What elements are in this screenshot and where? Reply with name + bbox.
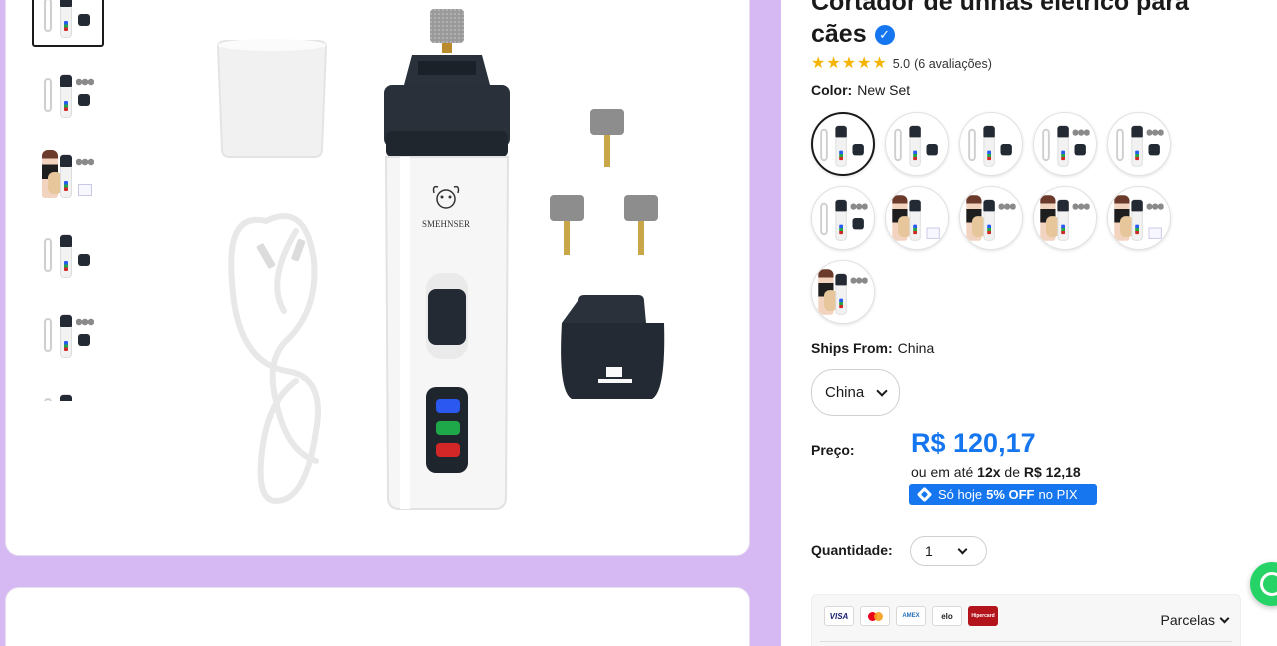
installment-prefix: ou em até xyxy=(911,464,974,480)
mastercard-icon xyxy=(860,606,890,626)
rating-row[interactable]: ★ ★ ★ ★ ★ 5.0 (6 avaliações) xyxy=(811,56,992,72)
thumbnail-6[interactable] xyxy=(32,381,104,401)
quantity-select[interactable]: 1 xyxy=(910,536,987,566)
color-swatch-3[interactable] xyxy=(959,112,1023,176)
ships-from-value: China xyxy=(897,340,935,356)
pix-discount-badge: Só hoje 5% OFF no PIX xyxy=(909,484,1097,505)
color-swatch-1[interactable] xyxy=(811,112,875,176)
ships-from-label: Ships From: xyxy=(811,340,893,356)
product-gallery-card: SMEHNSER xyxy=(5,0,750,556)
parcelas-label: Parcelas xyxy=(1160,612,1215,628)
payment-methods-box: VISA AMEX elo Hipercard Parcelas xyxy=(811,594,1241,646)
ships-from-select-value: China xyxy=(825,384,865,401)
brand-label: SMEHNSER xyxy=(422,219,470,229)
color-value: New Set xyxy=(857,82,911,98)
chevron-down-icon xyxy=(876,384,888,397)
thumbnail-3[interactable] xyxy=(32,141,104,207)
ships-from-row: Ships From: China xyxy=(811,340,934,356)
quantity-value: 1 xyxy=(925,543,933,559)
installment-count: 12x xyxy=(977,464,1001,480)
pix-icon xyxy=(916,486,933,503)
color-swatch-7[interactable] xyxy=(885,186,949,250)
star-icon: ★ xyxy=(826,55,841,72)
parcelas-toggle[interactable]: Parcelas xyxy=(1160,612,1230,628)
star-icon: ★ xyxy=(872,55,887,72)
pix-suffix: no PIX xyxy=(1038,487,1078,502)
color-swatch-5[interactable] xyxy=(1107,112,1171,176)
color-label: Color: xyxy=(811,82,853,98)
chevron-down-icon xyxy=(1219,613,1230,623)
thumbnail-4[interactable] xyxy=(32,221,104,287)
installment-mid: de xyxy=(1004,464,1020,480)
thumbnail-1[interactable] xyxy=(32,0,104,47)
thumbnail-strip[interactable] xyxy=(32,0,104,401)
elo-icon: elo xyxy=(932,606,962,626)
price-value: R$ 120,17 xyxy=(911,428,1036,458)
description-card xyxy=(5,587,750,646)
rating-value: 5.0 xyxy=(892,57,911,71)
verified-badge-icon: ✓ xyxy=(874,25,895,45)
pix-prefix: Só hoje xyxy=(938,487,983,502)
hipercard-icon: Hipercard xyxy=(968,606,998,626)
rating-count[interactable]: (6 avaliações) xyxy=(914,57,992,71)
color-swatch-6[interactable] xyxy=(811,186,875,250)
main-product-image: SMEHNSER xyxy=(216,9,665,510)
title-line-2: cães xyxy=(811,20,867,48)
installment-value: R$ 12,18 xyxy=(1023,464,1081,480)
color-swatch-8[interactable] xyxy=(959,186,1023,250)
color-label-row: Color: New Set xyxy=(811,82,910,98)
color-swatch-4[interactable] xyxy=(1033,112,1097,176)
star-icon: ★ xyxy=(811,55,826,72)
star-icon: ★ xyxy=(841,55,857,72)
visa-icon: VISA xyxy=(824,606,854,626)
color-swatch-10[interactable] xyxy=(1107,186,1171,250)
divider xyxy=(820,641,1232,642)
thumbnail-5[interactable] xyxy=(32,301,104,367)
title-line-1: Cortador de unhas elétrico para xyxy=(811,0,1189,16)
color-swatch-2[interactable] xyxy=(885,112,949,176)
product-info-panel: Cortador de unhas elétrico para cães ✓ ★ … xyxy=(781,0,1277,646)
pix-discount: 5% OFF xyxy=(986,487,1035,502)
quantity-label: Quantidade: xyxy=(811,542,893,558)
price-label: Preço: xyxy=(811,442,855,458)
color-swatch-9[interactable] xyxy=(1033,186,1097,250)
thumbnail-2[interactable] xyxy=(32,61,104,127)
ships-from-select[interactable]: China xyxy=(811,369,900,416)
product-title: Cortador de unhas elétrico para cães ✓ xyxy=(811,0,1211,50)
star-icon: ★ xyxy=(857,55,872,72)
color-swatch-11[interactable] xyxy=(811,260,875,324)
payment-icons: VISA AMEX elo Hipercard xyxy=(824,606,998,626)
installments-text: ou em até 12x de R$ 12,18 xyxy=(911,464,1081,480)
chevron-down-icon xyxy=(957,544,968,554)
amex-icon: AMEX xyxy=(896,606,926,626)
